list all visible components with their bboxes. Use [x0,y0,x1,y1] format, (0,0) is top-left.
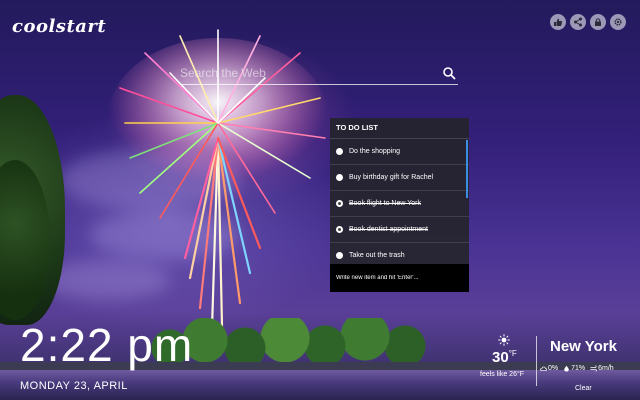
todo-scrollbar[interactable] [466,140,468,198]
search-input[interactable] [180,63,430,83]
top-toolbar [550,14,626,30]
todo-item[interactable]: Book flight to New York [330,191,469,217]
todo-widget: TO DO LIST Do the shopping Buy birthday … [330,118,469,292]
clock-date: MONDAY 23, APRIL [20,380,128,392]
todo-item[interactable]: Take out the trash [330,243,469,265]
lock-icon[interactable] [590,14,606,30]
share-icon[interactable] [570,14,586,30]
precip-stat: 0% [540,365,558,372]
todo-item[interactable]: Book dentist appointment [330,217,469,243]
todo-item-text: Do the shopping [349,148,400,155]
wind-stat: 6m/h [590,365,614,372]
droplet-icon [564,365,569,372]
todo-checkbox[interactable] [336,252,343,259]
todo-item[interactable]: Buy birthday gift for Rachel [330,165,469,191]
humidity-stat: 71% [563,365,585,372]
todo-item-text: Buy birthday gift for Rachel [349,174,434,181]
temperature: 30°F [492,349,517,366]
todo-item-text: Book dentist appointment [349,226,428,233]
weather-divider [536,336,537,386]
weather-stats: 0% 71% 6m/h [540,365,614,372]
todo-checkbox[interactable] [336,226,343,233]
todo-checkbox[interactable] [336,200,343,207]
gear-icon[interactable] [610,14,626,30]
search-icon[interactable] [442,66,456,80]
weather-condition: Clear [575,385,592,392]
cloud-icon [540,366,547,372]
todo-checkbox[interactable] [336,148,343,155]
brand-logo[interactable]: coolstart [12,16,106,37]
todo-checkbox[interactable] [336,174,343,181]
feels-like: feels like 26°F [480,371,525,378]
todo-title: TO DO LIST [330,118,469,139]
wind-icon [590,365,597,372]
todo-new-item-input[interactable] [330,264,469,292]
weather-city[interactable]: New York [550,338,617,355]
thumbs-up-icon[interactable] [550,14,566,30]
todo-item[interactable]: Do the shopping [330,139,469,165]
weather-widget[interactable]: 30°F feels like 26°F New York 0% 71% 6m/… [478,334,638,400]
todo-item-text: Take out the trash [349,252,405,259]
todo-item-text: Book flight to New York [349,200,421,207]
search-bar [180,63,458,85]
todo-list: Do the shopping Buy birthday gift for Ra… [330,139,469,265]
sun-icon [498,334,510,346]
clock-time: 2:22 pm [20,319,194,371]
